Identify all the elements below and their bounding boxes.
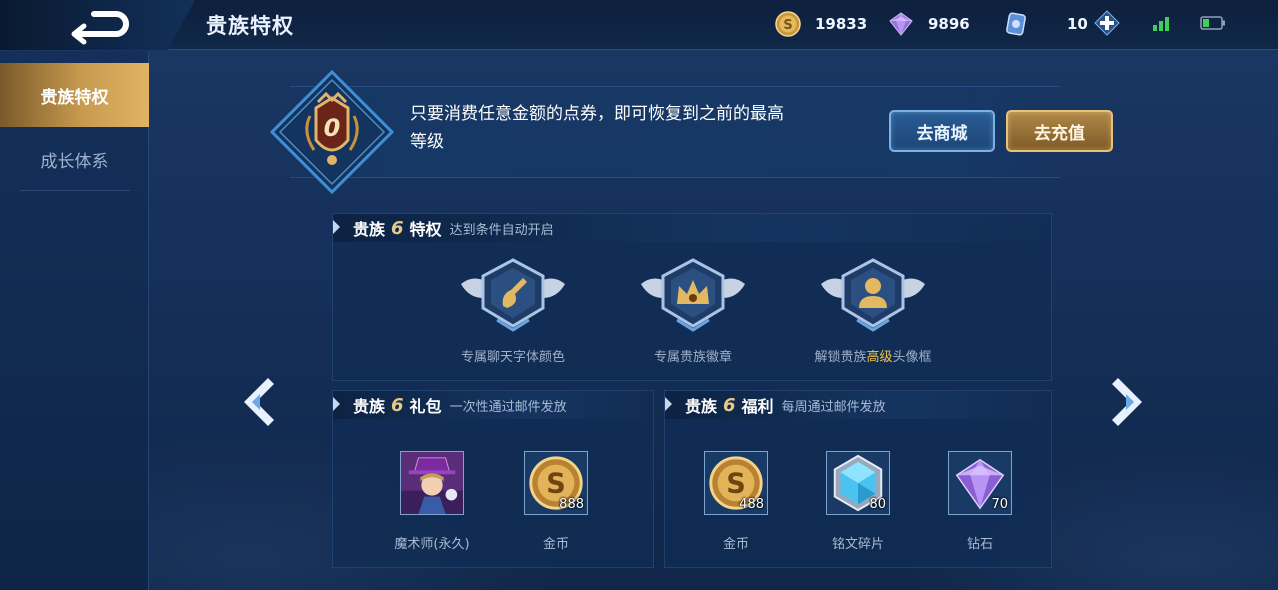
svg-text:S: S xyxy=(726,469,746,500)
sidebar-item-label: 成长体系 xyxy=(40,151,109,172)
coupon-icon xyxy=(1006,12,1026,36)
panel-title-prefix: 贵族 xyxy=(353,397,386,416)
reward-label: 铭文碎片 xyxy=(831,537,884,552)
gold-counter: S 19833 xyxy=(775,10,867,38)
reward-quantity: 888 xyxy=(559,497,584,512)
reward-item[interactable]: 魔术师(永久) xyxy=(377,451,487,552)
panel-title-prefix: 贵族 xyxy=(353,220,386,239)
signal-icon xyxy=(1153,17,1169,31)
reward-item[interactable]: 80 铭文碎片 xyxy=(803,451,913,552)
reward-label: 钻石 xyxy=(966,537,993,552)
reward-item[interactable]: S 888 金币 xyxy=(501,451,611,552)
plus-icon xyxy=(1094,10,1120,36)
restore-level-message: 只要消费任意金额的点券，即可恢复到之前的最高等级 xyxy=(410,104,784,152)
previous-level-arrow-icon[interactable] xyxy=(238,376,278,428)
reward-item[interactable]: S 488 金币 xyxy=(681,451,791,552)
reward-item[interactable]: 70 钻石 xyxy=(925,451,1035,552)
reward-icon-box xyxy=(400,451,464,515)
avatar-frame-icon xyxy=(821,258,925,332)
top-bar: 贵族特权 S 19833 9896 10 xyxy=(0,0,1278,50)
reward-icon-box: S 888 xyxy=(524,451,588,515)
reward-label: 金币 xyxy=(722,537,749,552)
go-shop-button[interactable]: 去商城 xyxy=(889,110,995,152)
back-icon xyxy=(71,11,129,45)
svg-text:S: S xyxy=(546,469,566,500)
reward-quantity: 488 xyxy=(739,497,764,512)
sidebar-item-privileges[interactable]: 贵族特权 xyxy=(0,63,149,127)
diamond-icon xyxy=(889,12,913,36)
diamond-value: 9896 xyxy=(928,15,970,33)
panel-title-suffix: 礼包 xyxy=(409,397,442,416)
coupon-value: 10 xyxy=(1067,15,1088,33)
welfare-panel: 贵族 6 福利 每周通过邮件发放 S 488 金币 80 铭文碎片 70 钻石 xyxy=(664,390,1052,568)
privilege-item[interactable]: 专属聊天字体颜色 xyxy=(413,254,613,365)
welfare-panel-header: 贵族 6 福利 每周通过邮件发放 xyxy=(665,391,1051,419)
go-recharge-button[interactable]: 去充值 xyxy=(1006,110,1113,152)
reward-icon-box: 70 xyxy=(948,451,1012,515)
next-level-arrow-icon[interactable] xyxy=(1108,376,1148,428)
panel-title-suffix: 特权 xyxy=(409,220,442,239)
add-coupon-button[interactable] xyxy=(1094,10,1120,36)
privilege-panel: 贵族 6 特权 达到条件自动开启 专属聊天字体颜色 专属贵族徽章 解锁贵族高级头… xyxy=(332,213,1052,381)
privilege-label: 解锁贵族高级头像框 xyxy=(773,346,973,365)
label-part: 解锁贵族 xyxy=(814,350,867,365)
gold-value: 19833 xyxy=(815,15,868,33)
back-button[interactable] xyxy=(60,6,132,46)
panel-level: 6 xyxy=(391,217,404,239)
gift-panel: 贵族 6 礼包 一次性通过邮件发放 魔术师(永久) S 888 金币 xyxy=(332,390,654,568)
gold-coin-icon: S xyxy=(775,11,801,37)
crown-badge-icon xyxy=(641,258,745,332)
gift-panel-header: 贵族 6 礼包 一次性通过邮件发放 xyxy=(333,391,653,419)
reward-icon-box: 80 xyxy=(826,451,890,515)
panel-subtitle: 达到条件自动开启 xyxy=(449,222,554,238)
reward-icon-box: S 488 xyxy=(704,451,768,515)
diamond-counter: 9896 xyxy=(888,10,970,38)
privilege-label: 专属聊天字体颜色 xyxy=(460,350,565,365)
sidebar: 贵族特权 成长体系 xyxy=(0,51,149,590)
svg-text:S: S xyxy=(783,18,792,33)
privilege-panel-header: 贵族 6 特权 达到条件自动开启 xyxy=(333,214,1051,242)
sidebar-divider xyxy=(20,190,130,191)
brush-icon xyxy=(461,258,565,332)
panel-subtitle: 一次性通过邮件发放 xyxy=(449,399,567,415)
label-part: 头像框 xyxy=(892,350,932,365)
page-title: 贵族特权 xyxy=(206,14,294,38)
svg-text:0: 0 xyxy=(324,114,341,142)
privilege-item[interactable]: 解锁贵族高级头像框 xyxy=(773,254,973,365)
reward-quantity: 70 xyxy=(991,497,1008,512)
sidebar-item-label: 贵族特权 xyxy=(40,87,109,108)
panel-subtitle: 每周通过邮件发放 xyxy=(781,399,886,415)
panel-level: 6 xyxy=(391,394,404,416)
battery-icon xyxy=(1200,16,1225,30)
reward-label: 金币 xyxy=(542,537,569,552)
vip-level-emblem: 0 xyxy=(269,69,395,195)
reward-quantity: 80 xyxy=(869,497,886,512)
magician-skin-icon xyxy=(401,452,463,514)
panel-title-suffix: 福利 xyxy=(741,397,774,416)
reward-label: 魔术师(永久) xyxy=(394,537,470,552)
label-highlight: 高级 xyxy=(866,350,893,365)
privilege-item[interactable]: 专属贵族徽章 xyxy=(593,254,793,365)
sidebar-item-growth[interactable]: 成长体系 xyxy=(0,127,149,191)
privilege-label: 专属贵族徽章 xyxy=(653,350,732,365)
panel-title-prefix: 贵族 xyxy=(685,397,718,416)
panel-level: 6 xyxy=(723,394,736,416)
coupon-counter: 10 xyxy=(1003,10,1088,38)
